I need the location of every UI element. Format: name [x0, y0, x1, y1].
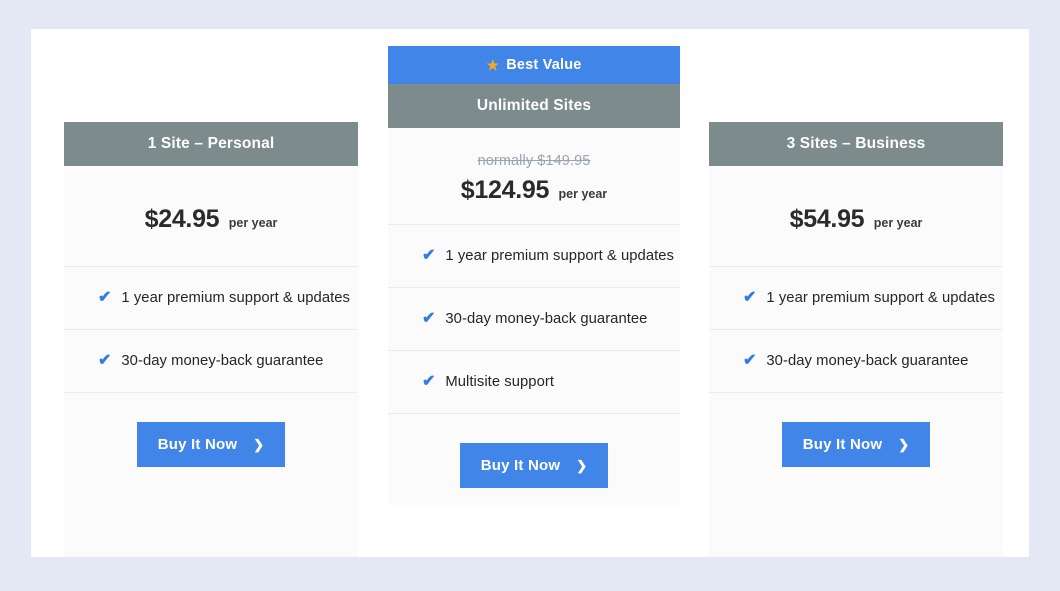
price-period: per year	[559, 187, 608, 201]
best-value-label: Best Value	[506, 57, 581, 73]
price-block-business: $54.95 per year	[709, 166, 1003, 267]
price-block-unlimited: normally $149.95 $124.95 per year	[388, 128, 680, 225]
buy-it-now-button-unlimited[interactable]: Buy It Now ❯	[460, 443, 609, 488]
page-root: 1 Site – Personal $24.95 per year ✔ 1 ye…	[0, 0, 1060, 591]
pricing-card-unlimited: ★ Best Value Unlimited Sites normally $1…	[388, 46, 680, 505]
buy-it-now-button-personal[interactable]: Buy It Now ❯	[137, 422, 286, 467]
feature-label: 1 year premium support & updates	[121, 290, 350, 306]
feature-row: ✔ 30-day money-back guarantee	[709, 330, 1003, 393]
plan-title-personal: 1 Site – Personal	[64, 122, 358, 166]
price-period: per year	[229, 216, 278, 230]
plan-title-text: 1 Site – Personal	[148, 135, 275, 153]
chevron-right-icon: ❯	[576, 458, 587, 474]
chevron-right-icon: ❯	[253, 437, 264, 453]
feature-label: 30-day money-back guarantee	[445, 311, 647, 327]
feature-row: ✔ 1 year premium support & updates	[64, 267, 358, 330]
price-line: $124.95 per year	[388, 176, 680, 205]
cta-area-business: Buy It Now ❯	[709, 393, 1003, 467]
price-line: $24.95 per year	[64, 205, 358, 234]
buy-button-label: Buy It Now	[803, 436, 883, 453]
plan-title-business: 3 Sites – Business	[709, 122, 1003, 166]
feature-label: 1 year premium support & updates	[445, 248, 674, 264]
price-line: $54.95 per year	[709, 205, 1003, 234]
price-period: per year	[874, 216, 923, 230]
feature-label: 1 year premium support & updates	[766, 290, 995, 306]
feature-row: ✔ 30-day money-back guarantee	[64, 330, 358, 393]
original-price: normally $149.95	[388, 153, 680, 169]
feature-row: ✔ 30-day money-back guarantee	[388, 288, 680, 351]
check-icon: ✔	[422, 311, 435, 327]
pricing-card-personal: 1 Site – Personal $24.95 per year ✔ 1 ye…	[64, 122, 358, 557]
feature-row: ✔ 1 year premium support & updates	[709, 267, 1003, 330]
pricing-panel: 1 Site – Personal $24.95 per year ✔ 1 ye…	[31, 29, 1029, 557]
chevron-right-icon: ❯	[898, 437, 909, 453]
price-block-personal: $24.95 per year	[64, 166, 358, 267]
check-icon: ✔	[422, 248, 435, 264]
feature-row: ✔ 1 year premium support & updates	[388, 225, 680, 288]
feature-label: 30-day money-back guarantee	[766, 353, 968, 369]
price-amount: $124.95	[461, 176, 549, 204]
check-icon: ✔	[98, 290, 111, 306]
price-amount: $24.95	[145, 205, 220, 233]
feature-label: Multisite support	[445, 374, 554, 390]
feature-label: 30-day money-back guarantee	[121, 353, 323, 369]
buy-it-now-button-business[interactable]: Buy It Now ❯	[782, 422, 931, 467]
check-icon: ✔	[98, 353, 111, 369]
feature-row: ✔ Multisite support	[388, 351, 680, 414]
cta-area-personal: Buy It Now ❯	[64, 393, 358, 467]
buy-button-label: Buy It Now	[158, 436, 238, 453]
check-icon: ✔	[422, 374, 435, 390]
price-amount: $54.95	[790, 205, 865, 233]
cta-area-unlimited: Buy It Now ❯	[388, 414, 680, 488]
plan-title-text: Unlimited Sites	[477, 97, 591, 115]
buy-button-label: Buy It Now	[481, 457, 561, 474]
star-icon: ★	[486, 58, 499, 72]
check-icon: ✔	[743, 290, 756, 306]
pricing-card-business: 3 Sites – Business $54.95 per year ✔ 1 y…	[709, 122, 1003, 557]
check-icon: ✔	[743, 353, 756, 369]
plan-title-unlimited: Unlimited Sites	[388, 84, 680, 128]
best-value-banner: ★ Best Value	[388, 46, 680, 84]
plan-title-text: 3 Sites – Business	[787, 135, 926, 153]
